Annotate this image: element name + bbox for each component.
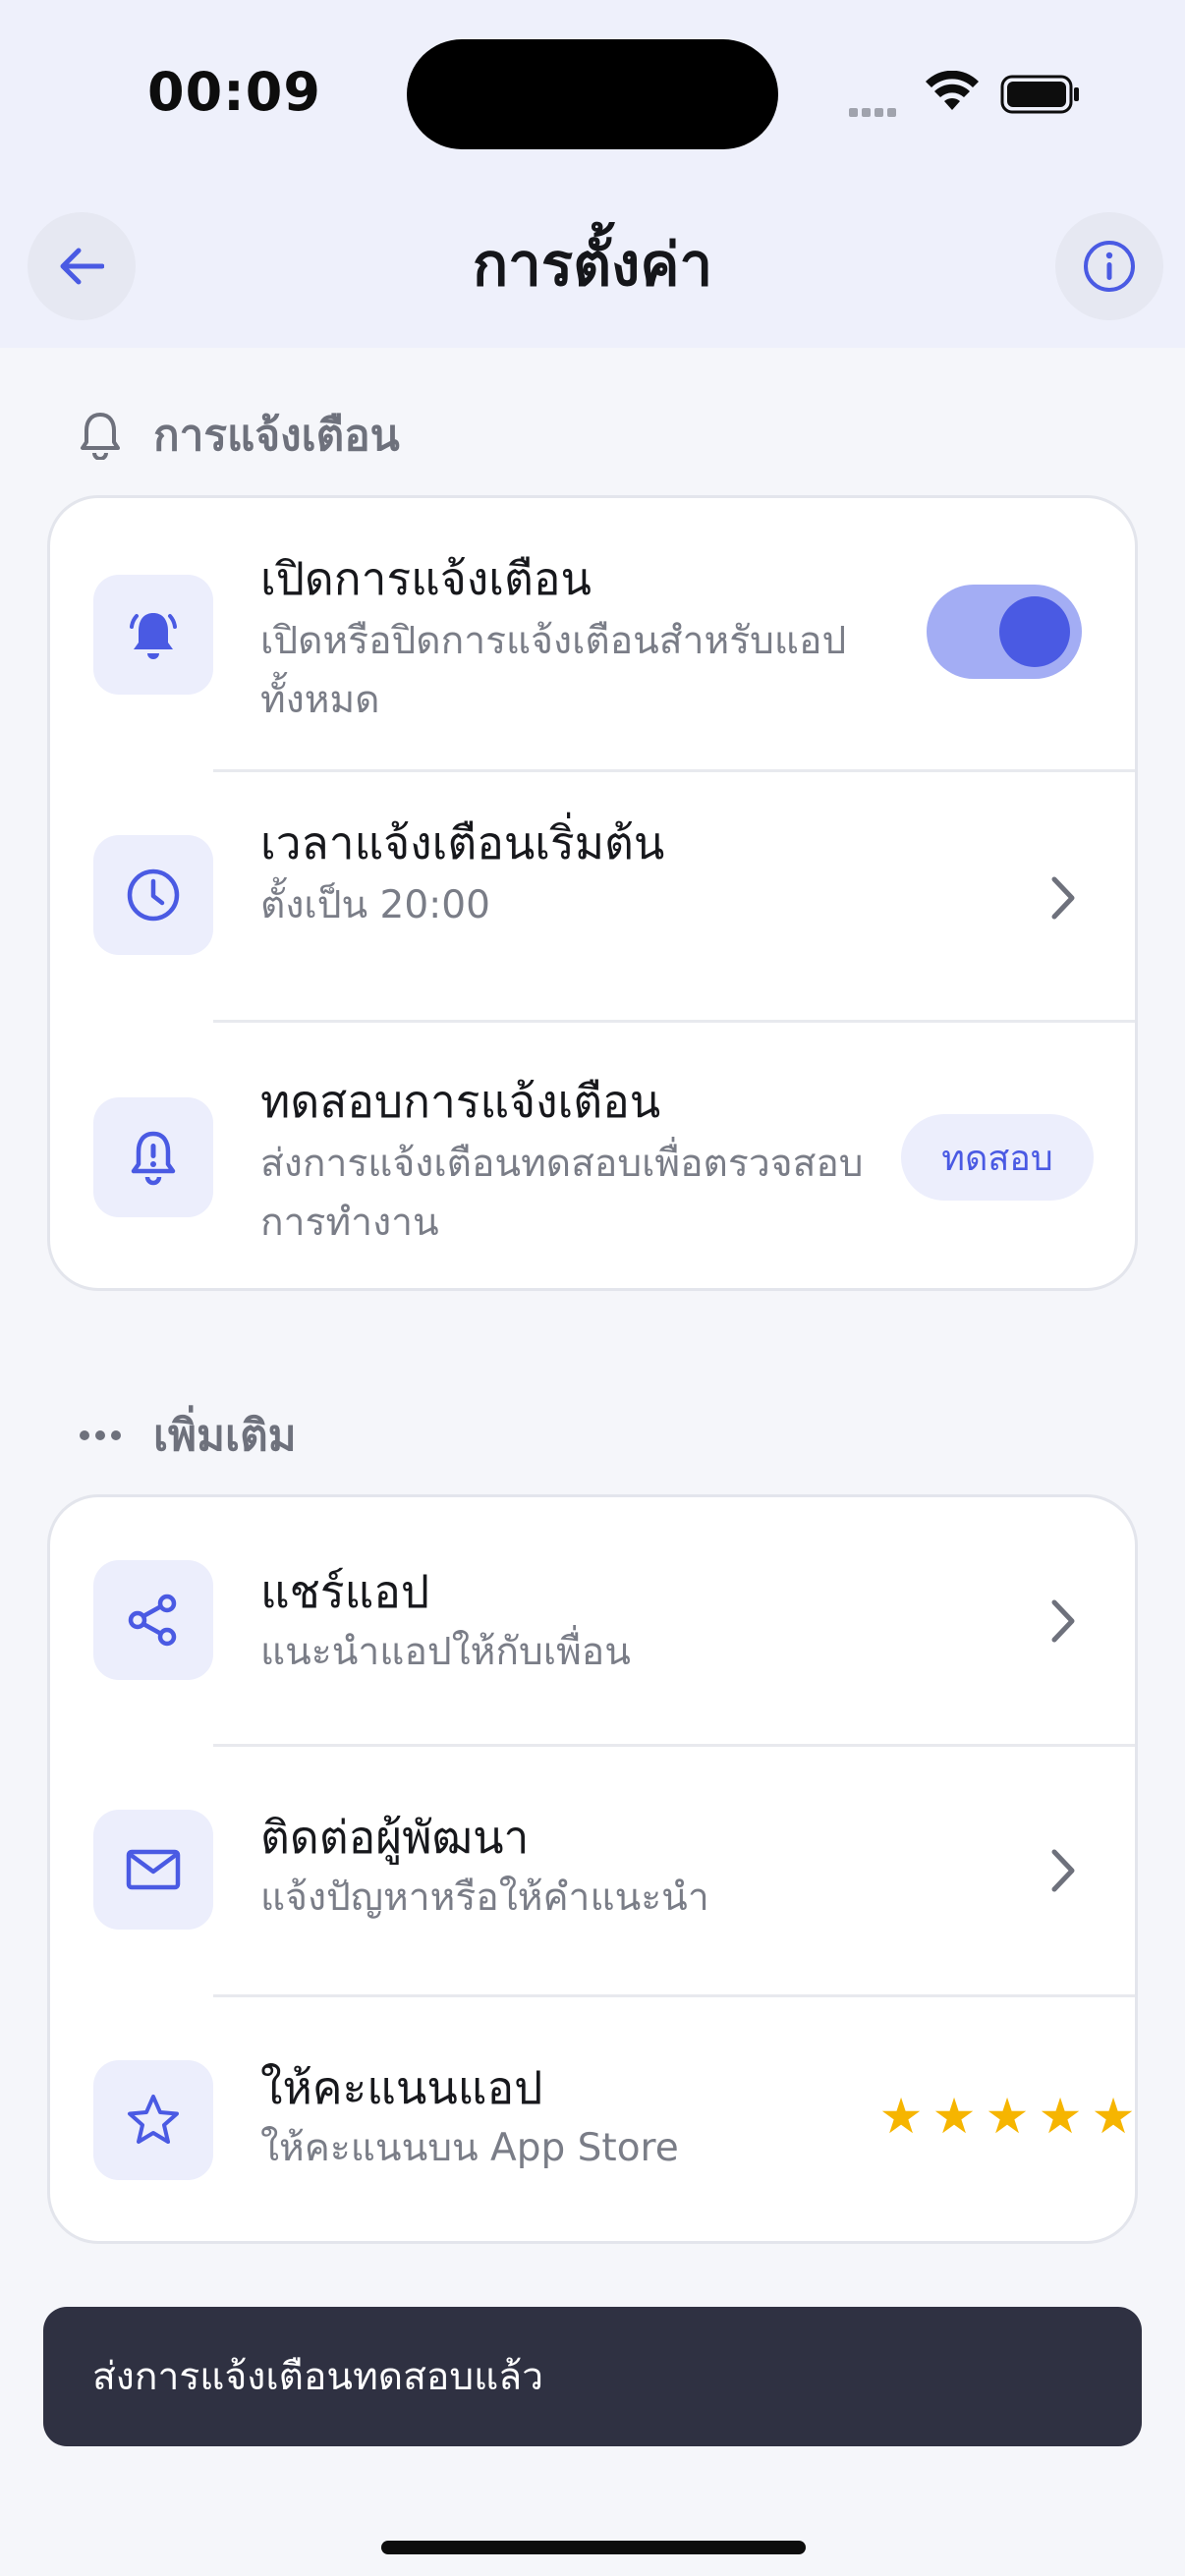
chevron-right-icon <box>1051 876 1075 920</box>
toggle-knob <box>999 596 1070 667</box>
row-subtitle: เปิดหรือปิดการแจ้งเตือนสำหรับแอปทั้งหมด <box>260 619 847 722</box>
row-subtitle: แจ้งปัญหาหรือให้คำแนะนำ <box>260 1876 709 1920</box>
list-item-enable-notifications: เปิดการแจ้งเตือน เปิดหรือปิดการแจ้งเตือน… <box>50 498 1135 771</box>
list-item-rate-app[interactable]: ให้คะแนนแอป ให้คะแนนบน App Store ★ ★ ★ ★… <box>50 1997 1135 2247</box>
row-title: ทดสอบการแจ้งเตือน <box>260 1075 661 1128</box>
test-button[interactable]: ทดสอบ <box>901 1114 1094 1201</box>
dynamic-island <box>407 39 778 149</box>
list-item-test-notification: ทดสอบการแจ้งเตือน ส่งการแจ้งเตือนทดสอบเพ… <box>50 1023 1135 1294</box>
star-icon: ★ <box>1091 2088 1136 2145</box>
settings-screen: 00:09 การตั้งค่า การแจ้งเตือน เปิดการแจ้… <box>0 0 1185 2576</box>
row-title: ให้คะแนนแอป <box>260 2061 543 2114</box>
star-icon: ★ <box>985 2088 1030 2145</box>
notifications-card: เปิดการแจ้งเตือน เปิดหรือปิดการแจ้งเตือน… <box>47 495 1138 1291</box>
chevron-right-icon <box>1051 1599 1075 1643</box>
header-bar: 00:09 การตั้งค่า <box>0 0 1185 348</box>
share-icon <box>93 1560 213 1680</box>
section-header-notifications: การแจ้งเตือน <box>75 401 400 470</box>
page-title: การตั้งค่า <box>472 231 713 300</box>
row-title: ติดต่อผู้พัฒนา <box>260 1811 530 1864</box>
star-rating[interactable]: ★ ★ ★ ★ ★ <box>877 2088 1143 2145</box>
mail-icon <box>93 1810 213 1930</box>
cellular-signal-icon <box>849 102 900 121</box>
list-item-share-app[interactable]: แชร์แอป แนะนำแอปให้กับเพื่อน <box>50 1497 1135 1745</box>
row-subtitle: ตั้งเป็น 20:00 <box>260 883 490 927</box>
toast-text: ส่งการแจ้งเตือนทดสอบแล้ว <box>92 2355 544 2399</box>
bell-alert-icon <box>93 1097 213 1217</box>
info-icon <box>1084 241 1135 292</box>
clock-icon <box>93 835 213 955</box>
row-subtitle: ให้คะแนนบน App Store <box>260 2126 679 2170</box>
chevron-right-icon <box>1051 1849 1075 1892</box>
section-header-more: เพิ่มเติม <box>75 1401 297 1470</box>
more-dots-icon <box>75 1410 126 1461</box>
list-item-default-time[interactable]: เวลาแจ้งเตือนเริ่มต้น ตั้งเป็น 20:00 <box>50 772 1135 1022</box>
battery-icon <box>1000 75 1079 114</box>
section-label: การแจ้งเตือน <box>153 411 400 461</box>
bell-outline-icon <box>75 410 126 461</box>
row-title: เปิดการแจ้งเตือน <box>260 552 592 605</box>
star-outline-icon <box>93 2060 213 2180</box>
star-icon: ★ <box>878 2088 924 2145</box>
home-indicator[interactable] <box>381 2541 806 2554</box>
more-card: แชร์แอป แนะนำแอปให้กับเพื่อน ติดต่อผู้พั… <box>47 1494 1138 2244</box>
row-title: แชร์แอป <box>260 1565 430 1618</box>
wifi-icon <box>926 71 979 110</box>
status-time: 00:09 <box>147 61 321 123</box>
row-subtitle: แนะนำแอปให้กับเพื่อน <box>260 1630 631 1674</box>
toast-message: ส่งการแจ้งเตือนทดสอบแล้ว <box>43 2307 1142 2446</box>
notifications-toggle[interactable] <box>927 585 1082 679</box>
star-icon: ★ <box>1038 2088 1083 2145</box>
list-item-contact-developer[interactable]: ติดต่อผู้พัฒนา แจ้งปัญหาหรือให้คำแนะนำ <box>50 1747 1135 1996</box>
row-subtitle: ส่งการแจ้งเตือนทดสอบเพื่อตรวจสอบการทำงาน <box>260 1142 864 1245</box>
row-title: เวลาแจ้งเตือนเริ่มต้น <box>260 816 665 869</box>
star-icon: ★ <box>931 2088 977 2145</box>
bell-ringing-icon <box>93 575 213 695</box>
info-button[interactable] <box>1055 212 1163 320</box>
section-label: เพิ่มเติม <box>153 1411 297 1461</box>
